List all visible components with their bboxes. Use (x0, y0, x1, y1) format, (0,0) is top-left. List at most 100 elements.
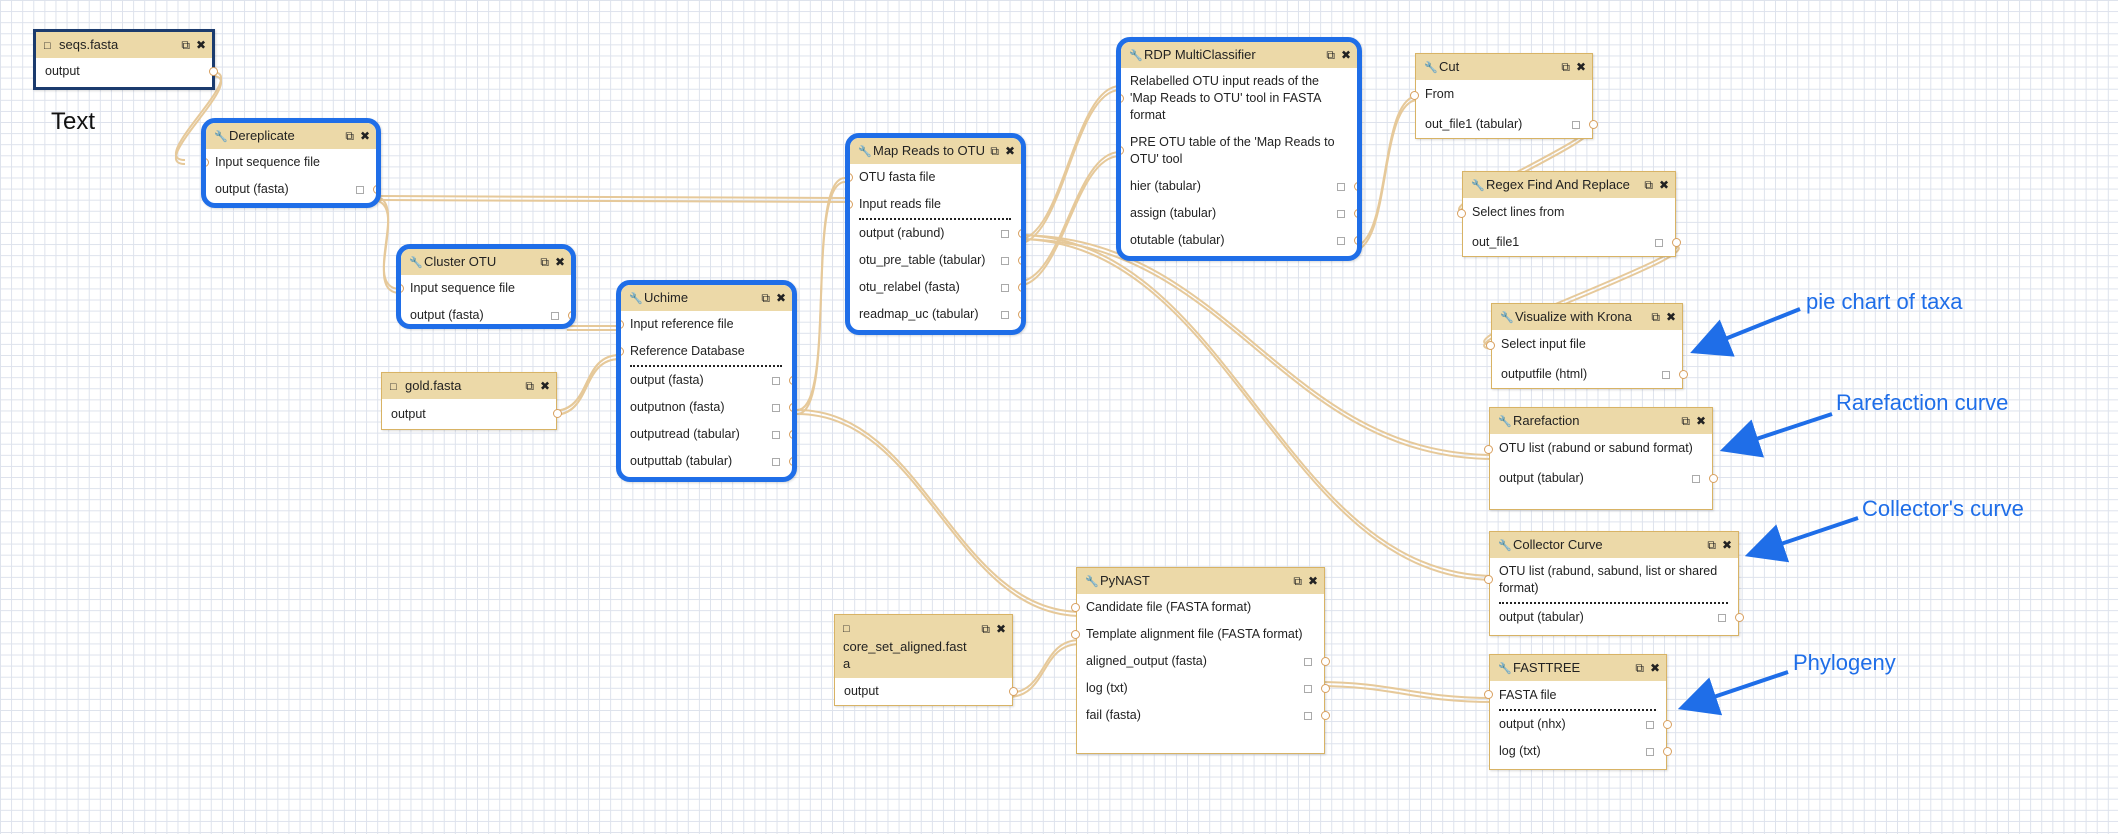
input-terminal[interactable] (401, 283, 404, 293)
output-port[interactable]: log (txt) (1077, 675, 1330, 702)
checkbox[interactable] (1572, 120, 1580, 129)
node-regex-find-replace[interactable]: 🔧Regex Find And Replace ⧉ ✖ Select lines f… (1457, 171, 1681, 257)
copy-icon[interactable]: ⧉ (981, 622, 990, 636)
close-icon[interactable]: ✖ (360, 129, 370, 143)
output-port[interactable]: output (835, 678, 1018, 705)
copy-icon[interactable]: ⧉ (540, 255, 549, 269)
input-port[interactable]: Reference Database (621, 338, 782, 367)
output-port[interactable]: output (tabular) (1490, 604, 1744, 631)
close-icon[interactable]: ✖ (555, 255, 565, 269)
node-rdp-multiclassifier[interactable]: 🔧RDP MultiClassifier ⧉ ✖ Relabelled OTU in… (1116, 37, 1362, 261)
node-cluster-otu[interactable]: 🔧Cluster OTU ⧉ ✖ Input sequence file outpu… (396, 244, 576, 329)
copy-icon[interactable]: ⧉ (1651, 310, 1660, 324)
input-terminal[interactable] (1484, 575, 1493, 584)
output-port[interactable]: out_file1 (1463, 229, 1681, 256)
input-terminal[interactable] (1486, 340, 1495, 350)
canvas-text-label[interactable]: Text (51, 108, 95, 136)
checkbox[interactable] (1337, 182, 1345, 191)
checkbox[interactable] (1304, 657, 1312, 666)
input-port[interactable]: From (1410, 80, 1592, 111)
input-terminal[interactable] (1484, 690, 1493, 699)
output-terminal[interactable] (209, 66, 218, 76)
output-port[interactable]: output (382, 399, 562, 428)
output-port[interactable]: otutable (tabular) (1121, 227, 1357, 254)
copy-icon[interactable]: ⧉ (345, 129, 354, 143)
node-seqs-fasta[interactable]: □ seqs.fasta ⧉ ✖ output (33, 29, 218, 90)
output-port[interactable]: otu_relabel (fasta) (850, 274, 1021, 301)
checkbox[interactable] (1662, 370, 1670, 379)
input-terminal[interactable] (1484, 444, 1493, 454)
copy-icon[interactable]: ⧉ (1293, 574, 1302, 588)
copy-icon[interactable]: ⧉ (181, 38, 190, 52)
input-port[interactable]: OTU list (rabund or sabund format) (1484, 434, 1712, 465)
close-icon[interactable]: ✖ (1659, 178, 1669, 192)
input-terminal[interactable] (1410, 90, 1419, 100)
output-terminal[interactable] (1354, 181, 1357, 191)
output-terminal[interactable] (789, 429, 792, 439)
close-icon[interactable]: ✖ (1576, 60, 1586, 74)
copy-icon[interactable]: ⧉ (1707, 538, 1716, 552)
output-port[interactable]: otu_pre_table (tabular) (850, 247, 1021, 274)
copy-icon[interactable]: ⧉ (525, 379, 534, 393)
input-terminal[interactable] (621, 346, 624, 356)
output-terminal[interactable] (1018, 309, 1021, 319)
input-port[interactable]: OTU fasta file (850, 164, 1021, 191)
close-icon[interactable]: ✖ (1341, 48, 1351, 62)
checkbox[interactable] (1001, 310, 1009, 319)
copy-icon[interactable]: ⧉ (1635, 661, 1644, 675)
node-map-reads-to-otu[interactable]: 🔧Map Reads to OTU ⧉ ✖ OTU fasta file Input… (845, 133, 1026, 335)
checkbox[interactable] (772, 457, 780, 466)
output-port[interactable]: out_file1 (tabular) (1416, 111, 1598, 138)
input-terminal[interactable] (621, 319, 624, 329)
checkbox[interactable] (1692, 474, 1700, 483)
input-port[interactable]: FASTA file (1484, 681, 1656, 711)
output-port[interactable]: output (tabular) (1490, 465, 1718, 492)
checkbox[interactable] (1337, 209, 1345, 218)
output-port[interactable]: outputnon (fasta) (621, 394, 792, 421)
checkbox[interactable] (1001, 256, 1009, 265)
node-core-set-aligned[interactable]: □ core_set_aligned.fasta ⧉ ✖ output (834, 614, 1018, 706)
close-icon[interactable]: ✖ (1696, 414, 1706, 428)
checkbox[interactable] (772, 376, 780, 385)
output-terminal[interactable] (1663, 719, 1672, 729)
checkbox[interactable] (772, 430, 780, 439)
output-terminal[interactable] (1009, 686, 1018, 696)
close-icon[interactable]: ✖ (1308, 574, 1318, 588)
output-terminal[interactable] (1018, 228, 1021, 238)
input-terminal[interactable] (1071, 629, 1080, 639)
output-port[interactable]: aligned_output (fasta) (1077, 648, 1330, 675)
input-port[interactable]: Input reads file (850, 191, 1011, 220)
close-icon[interactable]: ✖ (540, 379, 550, 393)
input-terminal[interactable] (1121, 93, 1124, 103)
output-port[interactable]: outputtab (tabular) (621, 448, 792, 475)
output-terminal[interactable] (1354, 235, 1357, 245)
checkbox[interactable] (1655, 238, 1663, 247)
checkbox[interactable] (1337, 236, 1345, 245)
node-uchime[interactable]: 🔧Uchime ⧉ ✖ Input reference file Reference… (616, 280, 797, 482)
output-terminal[interactable] (789, 456, 792, 466)
input-terminal[interactable] (850, 172, 853, 182)
output-port[interactable]: output (fasta) (621, 367, 792, 394)
node-gold-fasta[interactable]: □ gold.fasta ⧉ ✖ output (381, 372, 562, 430)
input-port[interactable]: Input sequence file (206, 149, 376, 176)
output-port[interactable]: output (36, 58, 218, 85)
input-terminal[interactable] (206, 157, 209, 167)
input-port[interactable]: PRE OTU table of the 'Map Reads to OTU' … (1121, 129, 1357, 173)
output-terminal[interactable] (568, 310, 571, 320)
input-terminal[interactable] (1071, 602, 1080, 612)
copy-icon[interactable]: ⧉ (1681, 414, 1690, 428)
output-terminal[interactable] (1354, 208, 1357, 218)
close-icon[interactable]: ✖ (1722, 538, 1732, 552)
copy-icon[interactable]: ⧉ (1326, 48, 1335, 62)
copy-icon[interactable]: ⧉ (761, 291, 770, 305)
checkbox[interactable] (1304, 684, 1312, 693)
output-terminal[interactable] (1663, 746, 1672, 756)
input-port[interactable]: Relabelled OTU input reads of the 'Map R… (1121, 68, 1357, 129)
node-rarefaction[interactable]: 🔧Rarefaction ⧉ ✖ OTU list (rabund or sabun… (1484, 407, 1718, 510)
output-port[interactable]: hier (tabular) (1121, 173, 1357, 200)
output-port[interactable]: output (fasta) (401, 302, 571, 324)
close-icon[interactable]: ✖ (1666, 310, 1676, 324)
output-terminal[interactable] (1321, 683, 1330, 693)
output-port[interactable]: readmap_uc (tabular) (850, 301, 1021, 328)
node-dereplicate[interactable]: 🔧Dereplicate ⧉ ✖ Input sequence file outpu… (201, 118, 381, 208)
